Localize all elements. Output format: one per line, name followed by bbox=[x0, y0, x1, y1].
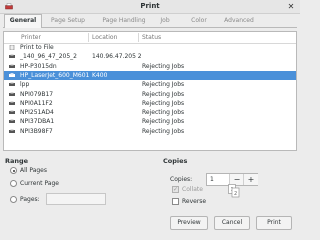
printer-name: _140_96_47_205_2 bbox=[20, 53, 77, 61]
copies-title: Copies bbox=[163, 157, 188, 165]
collate-pages-icon: 1 2 bbox=[228, 184, 240, 198]
printer-icon bbox=[9, 91, 15, 96]
printer-row[interactable]: NPI37DBA1 Rejecting Jobs bbox=[4, 117, 296, 126]
printer-row[interactable]: NPI251AD4 Rejecting Jobs bbox=[4, 108, 296, 117]
tab-bar: General Page Setup Page Handling Job Col… bbox=[3, 14, 297, 28]
printer-name: NPI3B98F7 bbox=[20, 127, 53, 135]
printer-location: 140.96.47.205 2 bbox=[92, 53, 142, 61]
all-pages-radio[interactable] bbox=[10, 167, 17, 174]
printer-status: Rejecting Jobs bbox=[142, 90, 185, 98]
printer-status: Rejecting Jobs bbox=[142, 109, 185, 117]
printer-row[interactable]: NPI3B98F7 Rejecting Jobs bbox=[4, 127, 296, 136]
printer-status: Rejecting Jobs bbox=[142, 99, 185, 107]
reverse-label[interactable]: Reverse bbox=[182, 198, 206, 205]
printer-row[interactable]: NPI079B17 Rejecting Jobs bbox=[4, 90, 296, 99]
close-icon[interactable]: ✕ bbox=[286, 2, 296, 12]
printer-status: Rejecting Jobs bbox=[142, 118, 185, 126]
printer-status: Rejecting Jobs bbox=[142, 127, 185, 135]
printer-location: K400 bbox=[92, 71, 108, 79]
tab-page-setup[interactable]: Page Setup bbox=[45, 15, 91, 27]
pages-radio[interactable] bbox=[10, 196, 17, 203]
pages-input[interactable] bbox=[46, 193, 106, 205]
collate-label[interactable]: Collate bbox=[182, 186, 203, 193]
printer-row[interactable]: lpp Rejecting Jobs bbox=[4, 80, 296, 89]
printer-status: Rejecting Jobs bbox=[142, 62, 185, 70]
tab-job[interactable]: Job bbox=[157, 15, 173, 27]
increment-button[interactable]: + bbox=[243, 174, 258, 185]
printer-row[interactable]: Print to File bbox=[4, 43, 296, 52]
printer-icon bbox=[9, 128, 15, 133]
preview-button[interactable]: Preview bbox=[170, 216, 208, 230]
column-header-status[interactable]: Status bbox=[142, 34, 161, 41]
printer-row[interactable]: _140_96_47_205_2 140.96.47.205 2 bbox=[4, 52, 296, 61]
tab-advanced[interactable]: Advanced bbox=[219, 15, 259, 27]
collate-checkbox[interactable]: ✓ bbox=[172, 186, 179, 193]
current-page-label[interactable]: Current Page bbox=[20, 180, 59, 187]
pages-label[interactable]: Pages: bbox=[20, 196, 40, 203]
printer-icon bbox=[9, 119, 15, 124]
column-header-location[interactable]: Location bbox=[92, 34, 117, 41]
tab-page-handling[interactable]: Page Handling bbox=[95, 15, 153, 27]
printer-row[interactable]: HP-P3015dn Rejecting Jobs bbox=[4, 62, 296, 71]
printer-name: lpp bbox=[20, 81, 30, 89]
printer-icon bbox=[9, 82, 15, 87]
all-pages-label[interactable]: All Pages bbox=[20, 167, 47, 174]
file-icon bbox=[9, 45, 15, 50]
printer-icon bbox=[9, 72, 15, 77]
printer-name: NPI079B17 bbox=[20, 90, 54, 98]
printer-icon bbox=[9, 63, 15, 68]
range-title: Range bbox=[5, 157, 29, 165]
copies-value[interactable]: 1 bbox=[210, 176, 214, 183]
window-title: Print bbox=[140, 2, 160, 10]
current-page-radio[interactable] bbox=[10, 180, 17, 187]
column-header-printer[interactable]: Printer bbox=[21, 34, 41, 41]
printer-name: HP_LaserJet_600_M601 bbox=[20, 71, 90, 79]
cancel-button[interactable]: Cancel bbox=[214, 216, 250, 230]
copies-label: Copies: bbox=[170, 176, 193, 183]
printer-row-selected[interactable]: HP_LaserJet_600_M601 K400 bbox=[4, 70, 296, 81]
printer-list[interactable]: Printer Location Status Print to File _1… bbox=[3, 31, 297, 151]
print-button[interactable]: Print bbox=[256, 216, 292, 230]
printer-status: Rejecting Jobs bbox=[142, 81, 185, 89]
tab-general[interactable]: General bbox=[4, 14, 42, 28]
title-bar: Print ✕ bbox=[0, 0, 300, 14]
printer-name: HP-P3015dn bbox=[20, 62, 57, 70]
printer-name: NPI37DBA1 bbox=[20, 118, 55, 126]
tab-color[interactable]: Color bbox=[187, 15, 211, 27]
printer-icon bbox=[9, 110, 15, 115]
reverse-checkbox[interactable] bbox=[172, 198, 179, 205]
printer-icon bbox=[9, 54, 15, 59]
printer-row[interactable]: NPI0A11F2 Rejecting Jobs bbox=[4, 99, 296, 108]
printer-name: Print to File bbox=[20, 44, 54, 51]
printer-icon bbox=[9, 100, 15, 105]
svg-text:2: 2 bbox=[234, 191, 237, 197]
printer-name: NPI251AD4 bbox=[20, 109, 54, 117]
printer-name: NPI0A11F2 bbox=[20, 99, 53, 107]
